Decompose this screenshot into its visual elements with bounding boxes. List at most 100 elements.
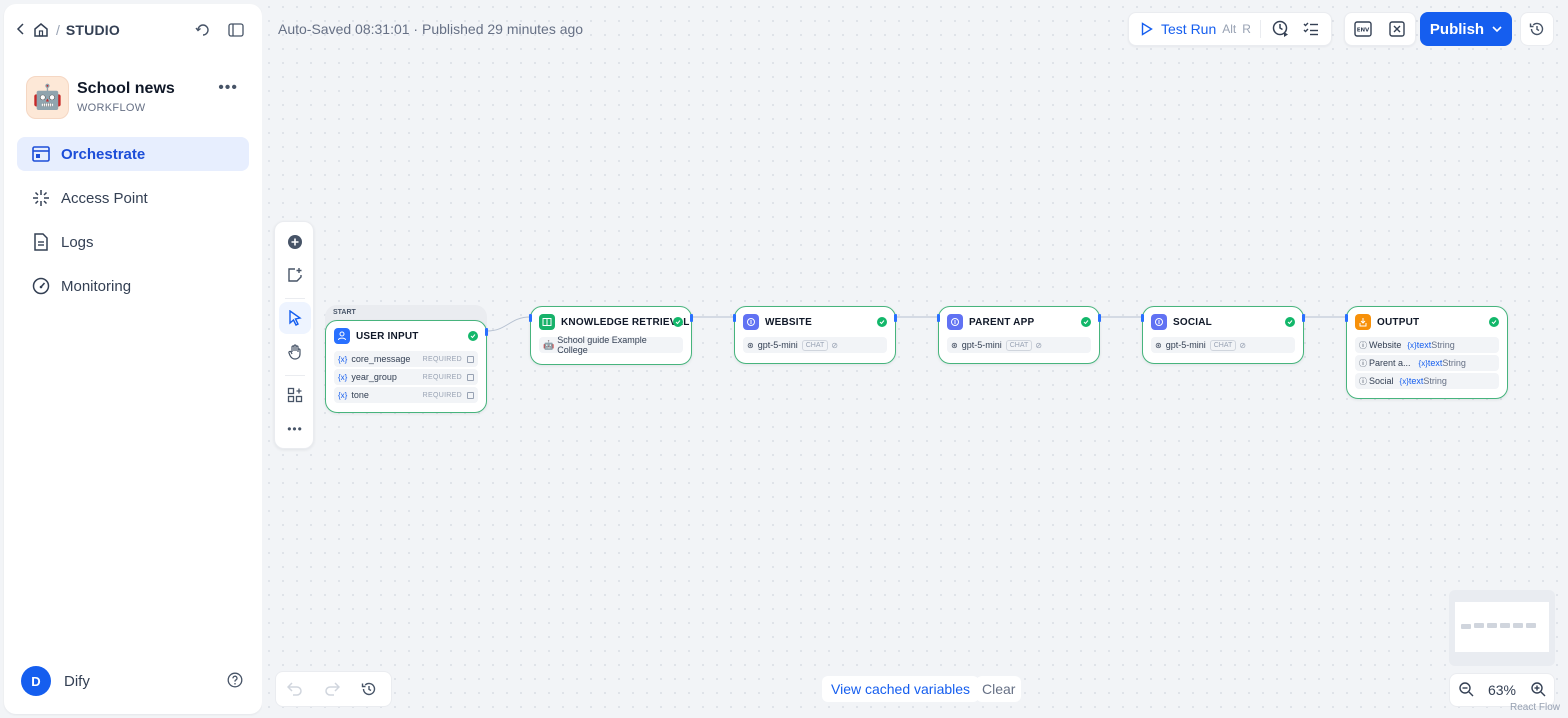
node-website[interactable]: WEBSITE ⊛ gpt-5-mini CHAT ⊘ — [733, 306, 897, 364]
check-icon — [1285, 317, 1295, 327]
model-row: ⊛ gpt-5-mini CHAT ⊘ — [1151, 337, 1295, 353]
sidebar-item-orchestrate[interactable]: Orchestrate — [17, 137, 249, 171]
minimap-node — [1526, 623, 1536, 628]
openai-icon: ⊛ — [1155, 340, 1162, 350]
model-row: ⊛ gpt-5-mini CHAT ⊘ — [947, 337, 1091, 353]
check-icon — [1489, 317, 1499, 327]
help-icon[interactable] — [227, 672, 245, 690]
more-icon[interactable]: ••• — [218, 79, 238, 97]
user-name: Dify — [64, 672, 90, 690]
input-handle[interactable] — [733, 314, 736, 322]
variable-icon: {x} — [338, 390, 348, 400]
minimap[interactable] — [1449, 590, 1555, 666]
zoom-in-icon[interactable] — [1530, 681, 1546, 700]
variable-icon: {x} — [338, 372, 348, 382]
node-output[interactable]: OUTPUT ⓘ Website {x} text String ⓘ Parent a..… — [1345, 306, 1508, 399]
model-name: gpt-5-mini — [757, 340, 798, 350]
variable-name: tone — [351, 390, 369, 400]
info-icon: ⓘ — [1359, 376, 1367, 386]
openai-icon: ⊛ — [747, 340, 754, 350]
robot-icon: 🤖 — [543, 339, 555, 350]
node-title: WEBSITE — [765, 316, 812, 328]
node-social[interactable]: SOCIAL ⊛ gpt-5-mini CHAT ⊘ — [1141, 306, 1305, 364]
output-handle[interactable] — [894, 314, 897, 322]
settings-icon: ⊘ — [1239, 340, 1246, 350]
required-label: REQUIRED — [422, 355, 462, 363]
check-icon — [468, 331, 478, 341]
undo-icon[interactable] — [286, 680, 304, 698]
minimap-node — [1474, 623, 1484, 628]
app-info[interactable]: 🤖 School news WORKFLOW ••• — [26, 73, 246, 121]
required-label: REQUIRED — [422, 373, 462, 381]
workflow-canvas[interactable]: Auto-Saved 08:31:01 · Published 29 minut… — [262, 0, 1568, 718]
sparkle-icon — [31, 188, 51, 208]
output-type: String — [1423, 376, 1447, 386]
info-icon: ⓘ — [1359, 358, 1367, 368]
settings-icon: ⊘ — [1035, 340, 1042, 350]
check-icon — [1081, 317, 1091, 327]
user-input-icon — [334, 328, 350, 344]
output-handle[interactable] — [1098, 314, 1101, 322]
home-icon[interactable] — [32, 21, 50, 39]
zoom-level[interactable]: 63% — [1488, 682, 1516, 698]
output-handle[interactable] — [485, 328, 488, 336]
output-field: text — [1427, 358, 1443, 368]
sidebar-item-monitoring[interactable]: Monitoring — [17, 269, 249, 303]
edge — [486, 316, 531, 332]
text-type-icon — [467, 355, 474, 363]
output-handle[interactable] — [690, 314, 693, 322]
output-variable: ⓘ Website {x} text String — [1355, 337, 1499, 353]
output-name: Website — [1369, 340, 1402, 350]
sidebar-item-access-point[interactable]: Access Point — [17, 181, 249, 215]
app-avatar: 🤖 — [26, 75, 69, 119]
sidebar-toggle-icon[interactable] — [227, 21, 245, 39]
input-variable: {x} year_group REQUIRED — [334, 369, 478, 385]
app-type: WORKFLOW — [77, 102, 146, 114]
history-icon[interactable] — [360, 680, 378, 698]
clear-button[interactable]: Clear — [976, 676, 1022, 702]
output-handle[interactable] — [1302, 314, 1305, 322]
select-type-icon — [467, 373, 474, 381]
output-variable: ⓘ Parent a... {x} text String — [1355, 355, 1499, 371]
sidebar-nav: Orchestrate Access Point Logs Monitoring — [17, 137, 249, 313]
output-name: Social — [1369, 376, 1394, 386]
openai-icon: ⊛ — [951, 340, 958, 350]
node-knowledge-retrieval[interactable]: KNOWLEDGE RETRIEVAL 🤖 School guide Exampl… — [529, 306, 693, 365]
chevron-left-icon[interactable] — [16, 22, 30, 38]
check-icon — [877, 317, 887, 327]
variable-name: year_group — [351, 372, 397, 382]
knowledge-icon — [539, 314, 555, 330]
sidebar: / STUDIO 🤖 School news WORKFLOW ••• Orch… — [4, 4, 262, 714]
user-account[interactable]: D Dify — [21, 666, 247, 696]
sidebar-item-logs[interactable]: Logs — [17, 225, 249, 259]
input-handle[interactable] — [1141, 314, 1144, 322]
node-title: KNOWLEDGE RETRIEVAL — [561, 316, 690, 328]
input-handle[interactable] — [529, 314, 532, 322]
llm-icon — [947, 314, 963, 330]
redo-icon[interactable] — [323, 680, 341, 698]
mode-badge: CHAT — [1209, 339, 1237, 351]
input-variable: {x} core_message REQUIRED — [334, 351, 478, 367]
document-icon — [31, 232, 51, 252]
zoom-out-icon[interactable] — [1458, 681, 1474, 700]
node-title: SOCIAL — [1173, 316, 1212, 328]
input-handle[interactable] — [1345, 314, 1348, 322]
required-label: REQUIRED — [422, 391, 462, 399]
node-parent-app[interactable]: PARENT APP ⊛ gpt-5-mini CHAT ⊘ — [937, 306, 1101, 364]
output-name: Parent a... — [1369, 358, 1411, 368]
model-row: ⊛ gpt-5-mini CHAT ⊘ — [743, 337, 887, 353]
breadcrumb-separator: / — [56, 22, 60, 38]
input-variable: {x} tone REQUIRED — [334, 387, 478, 403]
app-name: School news — [77, 80, 175, 97]
variable-icon: {x} — [1407, 340, 1417, 350]
input-handle[interactable] — [937, 314, 940, 322]
check-icon — [673, 317, 683, 327]
breadcrumb: / STUDIO — [4, 14, 262, 46]
node-title: OUTPUT — [1377, 316, 1420, 328]
sync-icon[interactable] — [194, 21, 212, 39]
studio-link[interactable]: STUDIO — [66, 22, 120, 38]
node-user-input[interactable]: USER INPUT {x} core_message REQUIRED {x} ye… — [325, 320, 488, 413]
react-flow-attribution[interactable]: React Flow — [1510, 702, 1560, 713]
view-cached-variables-button[interactable]: View cached variables — [822, 676, 980, 702]
model-name: gpt-5-mini — [1165, 340, 1206, 350]
